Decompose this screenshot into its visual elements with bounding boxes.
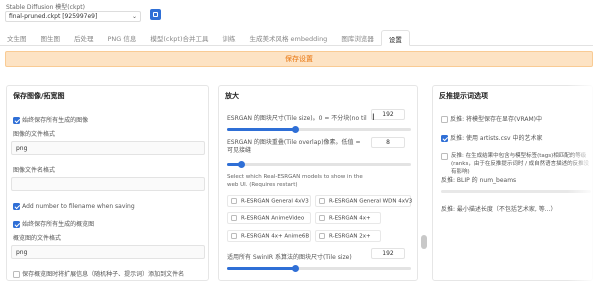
tab-png-info[interactable]: PNG 信息 [101, 30, 144, 46]
checkbox-icon [13, 270, 20, 278]
tab-settings[interactable]: 设置 [380, 30, 410, 46]
upscaler-option[interactable]: R-ESRGAN 2x+ [315, 230, 381, 242]
min-description-length-label: 反推: 最小描述长度（不包括艺术家, 等...） [441, 206, 557, 213]
tab-img2img[interactable]: 图生图 [34, 30, 68, 46]
text-cursor-icon: I [372, 113, 375, 123]
panel-title: 反推提示词选项 [439, 92, 488, 100]
save-extended-info-checkbox[interactable]: 保存概览图时将扩展信息（随机种子、提示词）添加到文件名 [13, 269, 184, 278]
tile-overlap-slider[interactable] [227, 161, 411, 168]
checkbox-icon [441, 115, 448, 123]
slider-handle[interactable] [238, 161, 246, 168]
checkbox-icon [319, 198, 325, 204]
checkbox-icon [231, 233, 237, 239]
file-format-input[interactable]: png [11, 141, 205, 155]
upscaler-option[interactable]: R-ESRGAN General WDN 4xV3 [315, 195, 412, 207]
swinir-tile-size-slider[interactable] [227, 265, 411, 272]
checkbox-icon [231, 215, 237, 221]
tab-txt2img[interactable]: 文生图 [0, 30, 34, 46]
checkbox-icon [13, 220, 20, 228]
model-select[interactable]: final-pruned.ckpt [925997e9] ⌄ [5, 11, 141, 22]
blip-num-beams-label: 反推: BLIP 的 num_beams [441, 177, 517, 184]
upscaler-option[interactable]: R-ESRGAN 4x+ Anime6B [227, 230, 311, 242]
upscaling-panel: 放大 ESRGAN 的图块尺寸(Tile size)。0 = 不分块(no ti… [218, 85, 418, 281]
checkbox-icon [319, 215, 325, 221]
chevron-down-icon: ⌄ [131, 13, 137, 20]
apply-settings-button[interactable]: 保存设置 [5, 51, 593, 67]
file-format-label: 图像的文件格式 [13, 131, 56, 138]
slider-handle[interactable] [291, 126, 299, 133]
tile-overlap-input[interactable]: 8 [371, 137, 405, 148]
tab-aesthetic-embedding[interactable]: 生成美术风格 embedding [242, 30, 334, 46]
edge-fade [567, 85, 593, 281]
saving-images-panel: 保存图像/拓宽图 始终保存所有生成的图像 图像的文件格式 png 图像文件名格式… [6, 85, 209, 281]
tile-size-input[interactable]: 192 [371, 109, 405, 120]
upscaler-option[interactable]: R-ESRGAN General 4xV3 [227, 195, 311, 207]
checkbox-icon [13, 116, 20, 124]
grid-format-label: 概览图的文件格式 [13, 235, 62, 242]
save-all-images-checkbox[interactable]: 始终保存所有生成的图像 [13, 115, 88, 124]
filename-pattern-input[interactable] [11, 177, 205, 191]
grid-format-input[interactable]: png [11, 245, 205, 259]
tile-overlap-label: ESRGAN 的图块重叠(Tile overlap)像素。低值 = 可见接缝 [227, 139, 361, 154]
add-number-checkbox[interactable]: Add number to filename when saving [13, 202, 135, 210]
checkbox-icon [441, 153, 448, 160]
tab-train[interactable]: 训练 [215, 30, 242, 46]
tile-size-slider[interactable] [227, 126, 411, 133]
upscaler-option[interactable]: R-ESRGAN 4x+ [315, 212, 381, 224]
tab-bar: 文生图 图生图 后处理 PNG 信息 模型(ckpt)合并工具 训练 生成美术风… [0, 30, 593, 46]
keep-models-in-vram-checkbox[interactable]: 反推: 将模型保存在显存(VRAM)中 [441, 114, 542, 123]
checkbox-icon [319, 233, 325, 239]
realesrgan-models-label: Select which Real-ESRGAN models to show … [227, 174, 363, 188]
tile-size-label: ESRGAN 的图块尺寸(Tile size)。0 = 不分块(no tilin… [227, 115, 367, 122]
model-select-value: final-pruned.ckpt [925997e9] [9, 13, 98, 20]
tab-checkpoint-merger[interactable]: 模型(ckpt)合并工具 [143, 30, 215, 46]
checkbox-icon [231, 198, 237, 204]
checkbox-icon [13, 202, 20, 210]
model-select-label: Stable Diffusion 模型(ckpt) [6, 4, 85, 11]
panel-title: 放大 [225, 92, 239, 100]
checkbox-icon [441, 134, 448, 142]
upscaler-option[interactable]: R-ESRGAN AnimeVideo [227, 212, 311, 224]
save-all-grids-checkbox[interactable]: 始终保存所有生成的概览图 [13, 219, 94, 228]
swinir-tile-size-input[interactable]: 192 [371, 248, 405, 259]
filename-pattern-label: 图像文件名格式 [13, 167, 56, 174]
slider-handle[interactable] [291, 265, 299, 272]
scrollbar-thumb[interactable] [421, 235, 427, 249]
panel-title: 保存图像/拓宽图 [13, 92, 65, 100]
tab-extras[interactable]: 后处理 [67, 30, 101, 46]
swinir-tile-size-label: 适用所有 SwinIR 系算法的图块尺寸(Tile size) [227, 254, 352, 261]
refresh-icon [153, 12, 158, 17]
refresh-model-button[interactable] [150, 9, 161, 20]
use-artists-checkbox[interactable]: 反推: 使用 artists.csv 中的艺术家 [441, 133, 542, 142]
tab-image-browser[interactable]: 图库浏览器 [334, 30, 381, 46]
